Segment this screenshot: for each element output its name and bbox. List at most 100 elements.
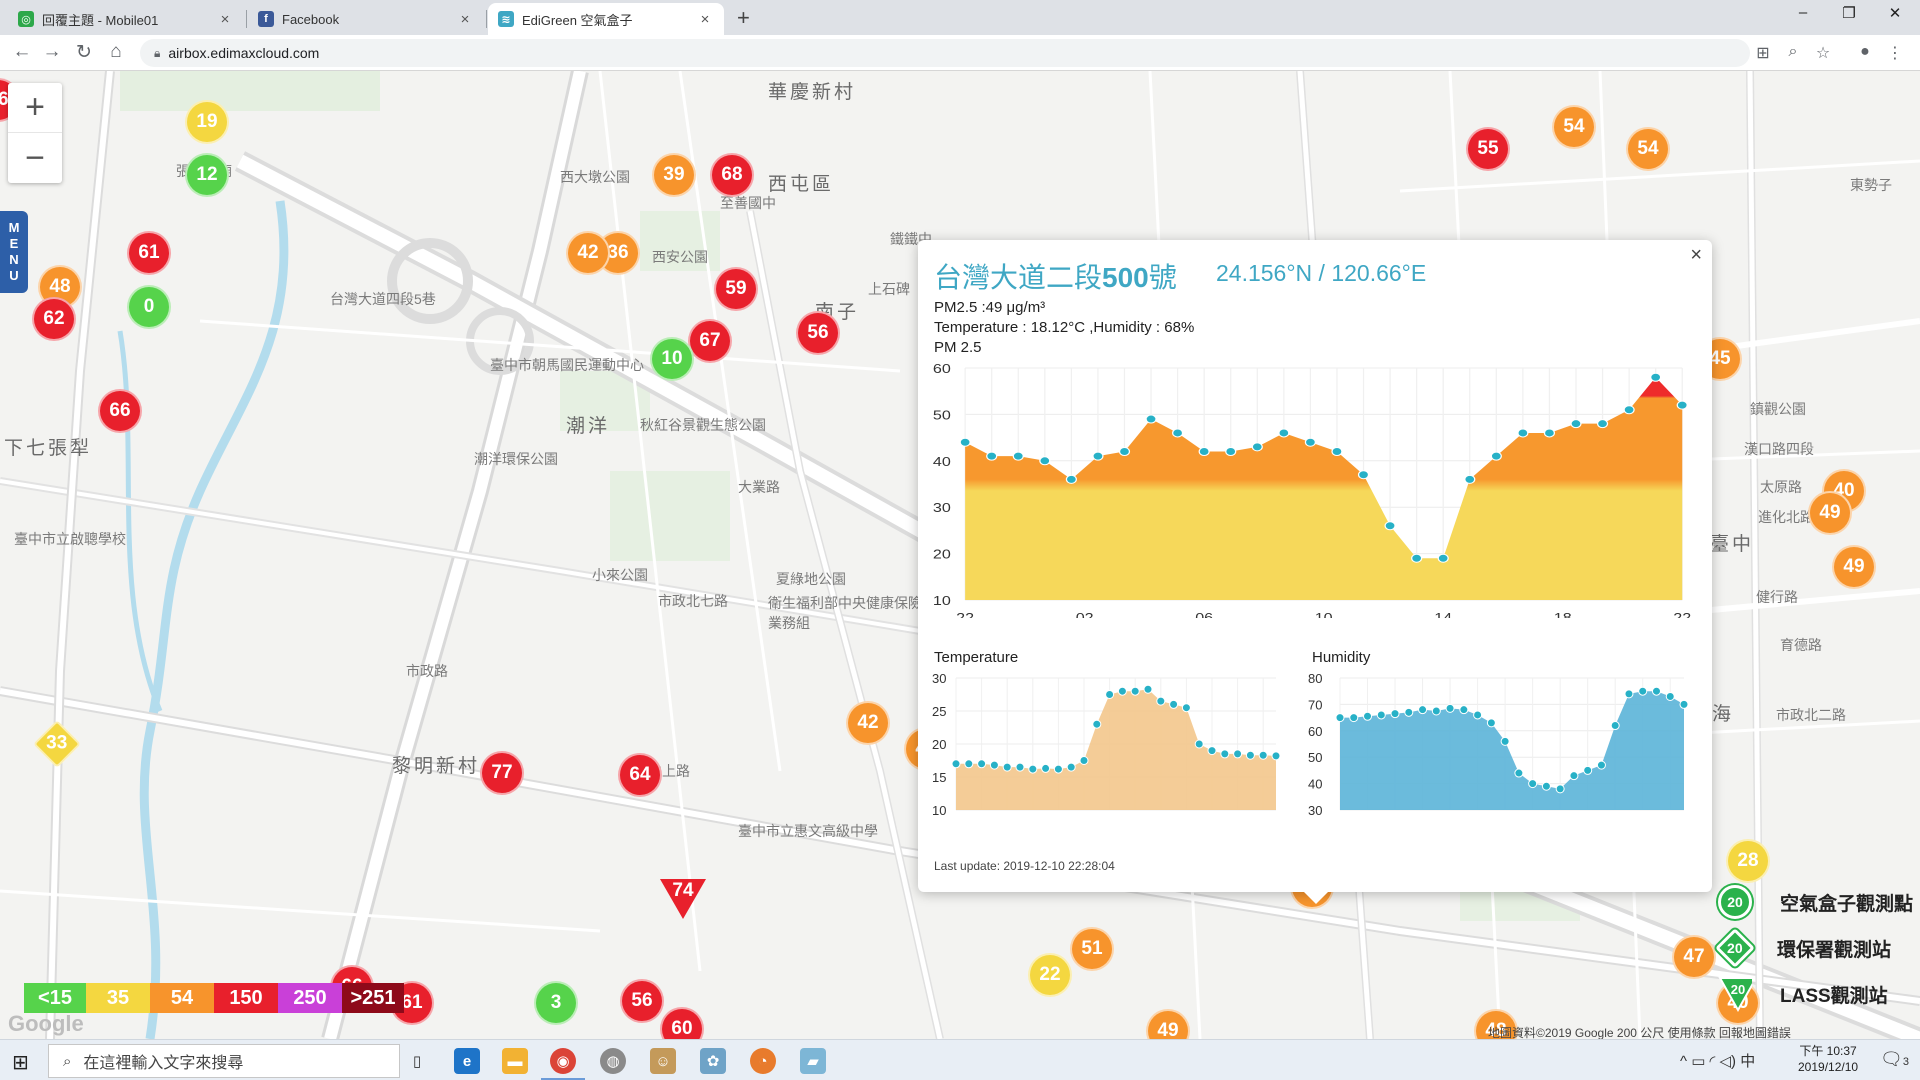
- pm25-station-marker[interactable]: 39: [652, 153, 696, 197]
- app-icon-3[interactable]: ✿: [700, 1048, 726, 1074]
- pm25-station-marker[interactable]: 51: [1070, 927, 1114, 971]
- marker-value: 51: [1081, 938, 1103, 959]
- pm25-station-marker[interactable]: 22: [1028, 953, 1072, 997]
- y-tick-label: 15: [932, 770, 946, 785]
- zoom-in-button[interactable]: +: [8, 83, 62, 133]
- app-icon-1[interactable]: ◍: [600, 1048, 626, 1074]
- app-icon-4[interactable]: ▰: [800, 1048, 826, 1074]
- zoom-out-button[interactable]: −: [8, 133, 62, 183]
- maximize-button[interactable]: ❐: [1826, 4, 1872, 22]
- legend-label: 空氣盒子觀測點: [1780, 893, 1914, 915]
- pm25-station-marker[interactable]: 59: [714, 267, 758, 311]
- data-point: [1679, 699, 1689, 709]
- marker-value: 60: [671, 1018, 693, 1039]
- map-place-label: 潮洋環保公園: [474, 451, 558, 467]
- home-icon[interactable]: ⌂: [104, 41, 128, 63]
- close-tab-icon[interactable]: ×: [216, 11, 234, 28]
- tab-2[interactable]: ≋ EdiGreen 空氣盒子 ×: [488, 3, 724, 35]
- map-place-label: 華慶新村: [768, 82, 857, 103]
- pm25-station-marker[interactable]: 64: [618, 753, 662, 797]
- marker-value: 10: [661, 348, 683, 369]
- marker-value: 39: [663, 164, 685, 185]
- windows-start-icon[interactable]: ⊞: [12, 1050, 29, 1075]
- app-icon-2[interactable]: ☺: [650, 1048, 676, 1074]
- data-point: [1105, 690, 1115, 699]
- data-point: [1676, 400, 1688, 410]
- y-tick-label: 20: [932, 737, 946, 752]
- pm25-station-marker[interactable]: 61: [127, 231, 171, 275]
- pm25-station-marker[interactable]: 56: [620, 979, 664, 1023]
- reload-icon[interactable]: ↻: [72, 41, 96, 64]
- marker-value: 48: [49, 276, 71, 297]
- address-bar[interactable]: 🔒︎ airbox.edimaxcloud.com: [140, 39, 1750, 67]
- pm25-station-marker[interactable]: 28: [1726, 839, 1770, 883]
- task-view-icon[interactable]: ▯: [404, 1048, 430, 1074]
- tab-0[interactable]: ◎ 回覆主題 - Mobile01 ×: [8, 3, 244, 35]
- data-point: [1194, 739, 1204, 749]
- map-place-label: 鎮觀公園: [1750, 401, 1806, 417]
- close-window-button[interactable]: ✕: [1872, 4, 1918, 22]
- y-tick-label: 10: [932, 803, 946, 818]
- facebook-icon: f: [258, 11, 274, 27]
- temperature-chart-label: Temperature: [934, 649, 1019, 666]
- blender-icon[interactable]: ◔: [750, 1048, 776, 1074]
- pm25-station-marker[interactable]: 49: [1832, 545, 1876, 589]
- data-point: [1225, 447, 1237, 457]
- close-tab-icon[interactable]: ×: [456, 11, 474, 28]
- map-attribution[interactable]: 地圖資料©2019 Google 200 公尺 使用條款 回報地圖錯誤: [1488, 1024, 1791, 1039]
- pm25-station-marker[interactable]: 77: [480, 751, 524, 795]
- taskbar-search-input[interactable]: ⌕ 在這裡輸入文字來搜尋: [48, 1044, 400, 1078]
- new-tab-button[interactable]: +: [737, 5, 750, 31]
- pm25-station-marker[interactable]: 10: [650, 337, 694, 381]
- browser-tab-bar: ◎ 回覆主題 - Mobile01 × f Facebook × ≋ EdiGreen 空氣盒…: [0, 0, 1920, 35]
- legend-airbox[interactable]: 20 空氣盒子觀測點: [1718, 879, 1918, 925]
- x-tick-label: 22: [1673, 611, 1691, 618]
- minimize-button[interactable]: –: [1780, 4, 1826, 21]
- edge-icon[interactable]: e: [454, 1048, 480, 1074]
- bookmark-star-icon[interactable]: ☆: [1812, 43, 1834, 63]
- area-fill: [965, 377, 1683, 600]
- system-tray[interactable]: ^ ▭ ◜ ◁) 中: [1680, 1050, 1755, 1071]
- notification-icon[interactable]: 🗨︎3: [1880, 1049, 1909, 1070]
- forward-icon[interactable]: →: [40, 41, 64, 63]
- pm25-station-marker[interactable]: 68: [710, 153, 754, 197]
- menu-dots-icon[interactable]: ⋮: [1884, 43, 1906, 63]
- map-canvas[interactable]: 華慶新村西屯區潮洋黎明新村下七張犁南子臺中上海麻園頭張家祖廟西大墩公園至善國中西…: [0, 71, 1920, 1039]
- pm25-station-marker[interactable]: 42: [566, 231, 610, 275]
- mobile01-icon: ◎: [18, 11, 34, 27]
- pm25-station-marker[interactable]: 74: [660, 879, 706, 919]
- taskbar-clock[interactable]: 下午 10:37 2019/12/10: [1798, 1043, 1858, 1075]
- popup-close-button[interactable]: ×: [1690, 244, 1702, 267]
- pm25-station-marker[interactable]: 67: [688, 319, 732, 363]
- pm25-station-marker[interactable]: 42: [846, 701, 890, 745]
- profile-icon[interactable]: ●: [1854, 43, 1876, 61]
- legend-lass[interactable]: 20 LASS觀測站: [1718, 971, 1918, 1017]
- pm25-station-marker[interactable]: 47: [1672, 935, 1716, 979]
- pm25-station-marker[interactable]: 66: [98, 389, 142, 433]
- back-icon[interactable]: ←: [10, 41, 34, 63]
- pm25-station-marker[interactable]: 55: [1466, 127, 1510, 171]
- close-tab-icon[interactable]: ×: [696, 11, 714, 28]
- data-point: [1169, 699, 1179, 709]
- menu-tab[interactable]: M E N U: [0, 211, 28, 293]
- map-place-label: 西安公園: [652, 249, 708, 265]
- pm25-station-marker[interactable]: 19: [185, 100, 229, 144]
- pm25-station-marker[interactable]: 49: [1808, 491, 1852, 535]
- pm25-station-marker[interactable]: 0: [127, 285, 171, 329]
- file-explorer-icon[interactable]: ▬: [502, 1048, 528, 1074]
- marker-value: 56: [807, 322, 829, 343]
- data-point: [1079, 756, 1089, 765]
- x-tick-label: 22: [956, 611, 974, 618]
- pm25-station-marker[interactable]: 62: [32, 297, 76, 341]
- translate-icon[interactable]: ⊞: [1752, 43, 1774, 63]
- tab-1[interactable]: f Facebook ×: [248, 3, 484, 35]
- chrome-icon[interactable]: ◉: [550, 1048, 576, 1074]
- zoom-icon[interactable]: ⌕: [1782, 43, 1804, 61]
- map-place-label: 西屯區: [768, 174, 835, 195]
- pm25-station-marker[interactable]: 56: [796, 311, 840, 355]
- pm25-station-marker[interactable]: 54: [1552, 105, 1596, 149]
- pm25-station-marker[interactable]: 3: [534, 981, 578, 1025]
- pm25-station-marker[interactable]: 54: [1626, 127, 1670, 171]
- legend-epa[interactable]: 20 環保署觀測站: [1715, 925, 1918, 971]
- pm25-station-marker[interactable]: 12: [185, 153, 229, 197]
